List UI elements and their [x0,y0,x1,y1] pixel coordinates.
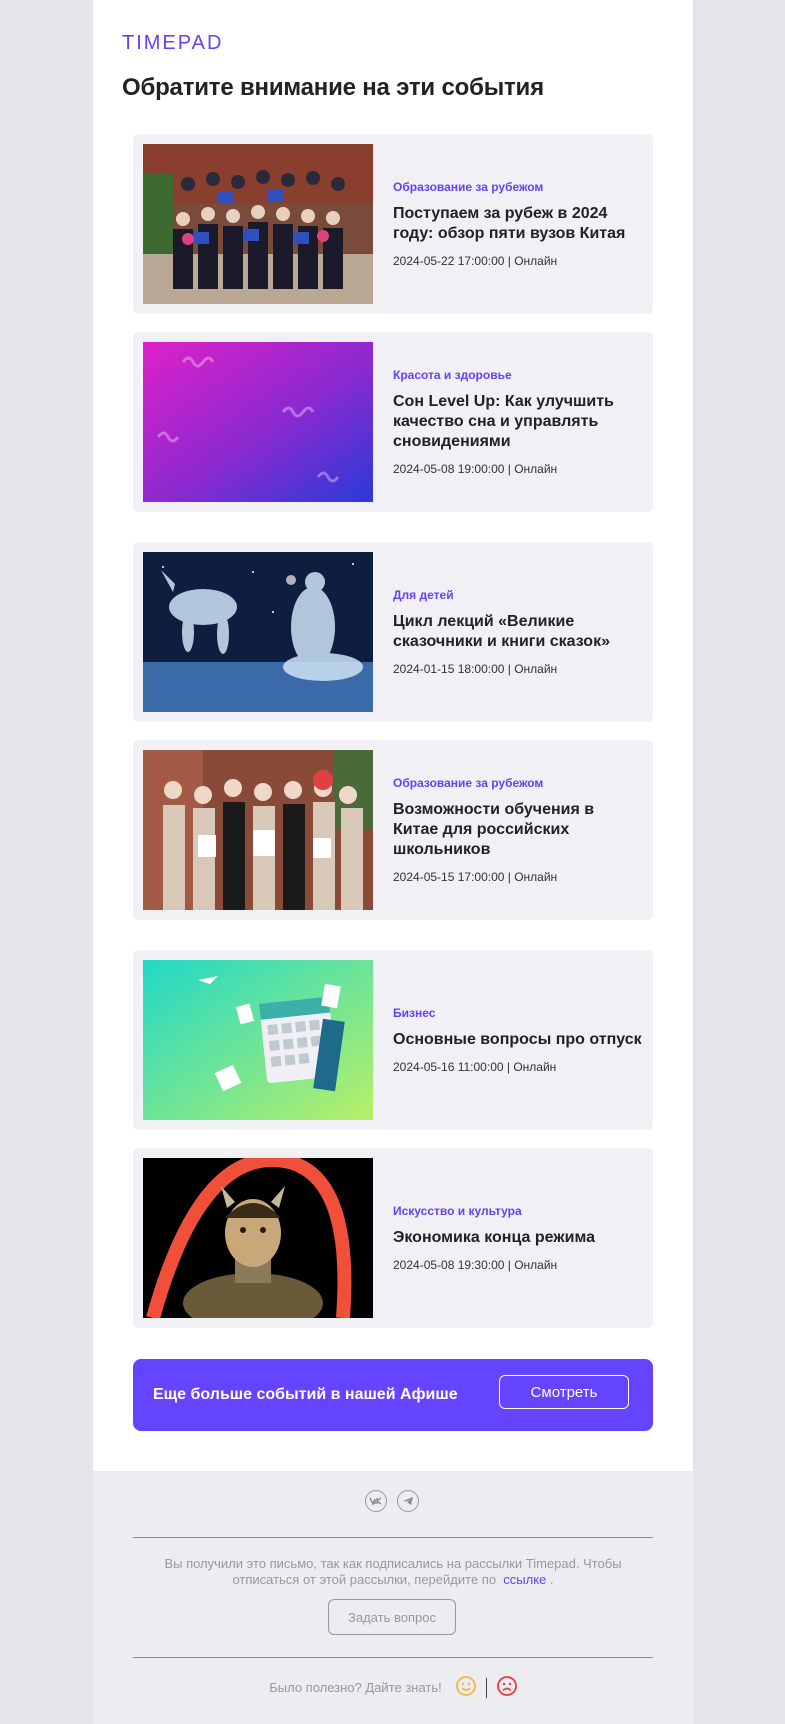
footer: Вы получили это письмо, так как подписал… [93,1471,693,1724]
event-title[interactable]: Цикл лекций «Великие сказочники и книги … [393,612,643,652]
event-meta: 2024-01-15 18:00:00 | Онлайн [393,662,558,676]
event-title[interactable]: Основные вопросы про отпуск [393,1030,643,1050]
view-button[interactable]: Смотреть [499,1375,629,1409]
feedback-separator [485,1677,487,1698]
vk-icon[interactable] [365,1490,387,1512]
event-card[interactable]: Красота и здоровье Сон Level Up: Как улу… [133,332,653,512]
event-category[interactable]: Красота и здоровье [393,368,643,382]
event-image[interactable] [143,960,373,1120]
event-card[interactable]: Искусство и культура Экономика конца реж… [133,1148,653,1328]
event-title[interactable]: Поступаем за рубеж в 2024 году: обзор пя… [393,204,643,244]
banner-text: Еще больше событий в нашей Афише [153,1386,458,1403]
event-category[interactable]: Образование за рубежом [393,776,643,790]
divider [133,1657,653,1658]
event-image[interactable] [143,342,373,502]
sad-icon[interactable] [496,1676,517,1699]
event-card[interactable]: Для детей Цикл лекций «Великие сказочник… [133,542,653,722]
event-title[interactable]: Экономика конца режима [393,1228,643,1248]
telegram-icon[interactable] [397,1490,419,1512]
event-category[interactable]: Для детей [393,588,643,602]
event-category[interactable]: Образование за рубежом [393,180,643,194]
event-meta: 2024-05-22 17:00:00 | Онлайн [393,254,558,268]
page-title: Обратите внимание на эти события [122,74,544,101]
event-meta: 2024-05-08 19:00:00 | Онлайн [393,462,558,476]
divider [133,1537,653,1538]
smile-icon[interactable] [455,1676,476,1699]
event-card[interactable]: Бизнес Основные вопросы про отпуск 2024-… [133,950,653,1130]
unsubscribe-link[interactable]: ссылке [503,1572,546,1587]
ask-question-button[interactable]: Задать вопрос [328,1599,456,1635]
event-category[interactable]: Искусство и культура [393,1204,643,1218]
event-card[interactable]: Образование за рубежом Возможности обуче… [133,740,653,920]
timepad-logo[interactable]: TIMEPAD [122,32,262,52]
event-image[interactable] [143,144,373,304]
event-image[interactable] [143,552,373,712]
event-image[interactable] [143,1158,373,1318]
event-title[interactable]: Сон Level Up: Как улучшить качество сна … [393,392,643,452]
feedback-row: Было полезно? Дайте знать! [93,1676,693,1699]
social-links [365,1490,419,1512]
event-meta: 2024-05-08 19:30:00 | Онлайн [393,1258,558,1272]
svg-text:TIMEPAD: TIMEPAD [122,32,223,52]
feedback-text: Было полезно? Дайте знать! [269,1680,442,1695]
email-body: TIMEPAD Обратите внимание на эти события [93,0,693,1724]
unsubscribe-notice: Вы получили это письмо, так как подписал… [143,1556,643,1588]
event-card[interactable]: Образование за рубежом Поступаем за рубе… [133,134,653,314]
event-meta: 2024-05-15 17:00:00 | Онлайн [393,870,558,884]
afisha-banner: Еще больше событий в нашей Афише Смотрет… [133,1359,653,1431]
notice-end: . [549,1572,554,1587]
event-image[interactable] [143,750,373,910]
event-category[interactable]: Бизнес [393,1006,643,1020]
event-meta: 2024-05-16 11:00:00 | Онлайн [393,1060,557,1074]
event-title[interactable]: Возможности обучения в Китае для российс… [393,800,643,860]
